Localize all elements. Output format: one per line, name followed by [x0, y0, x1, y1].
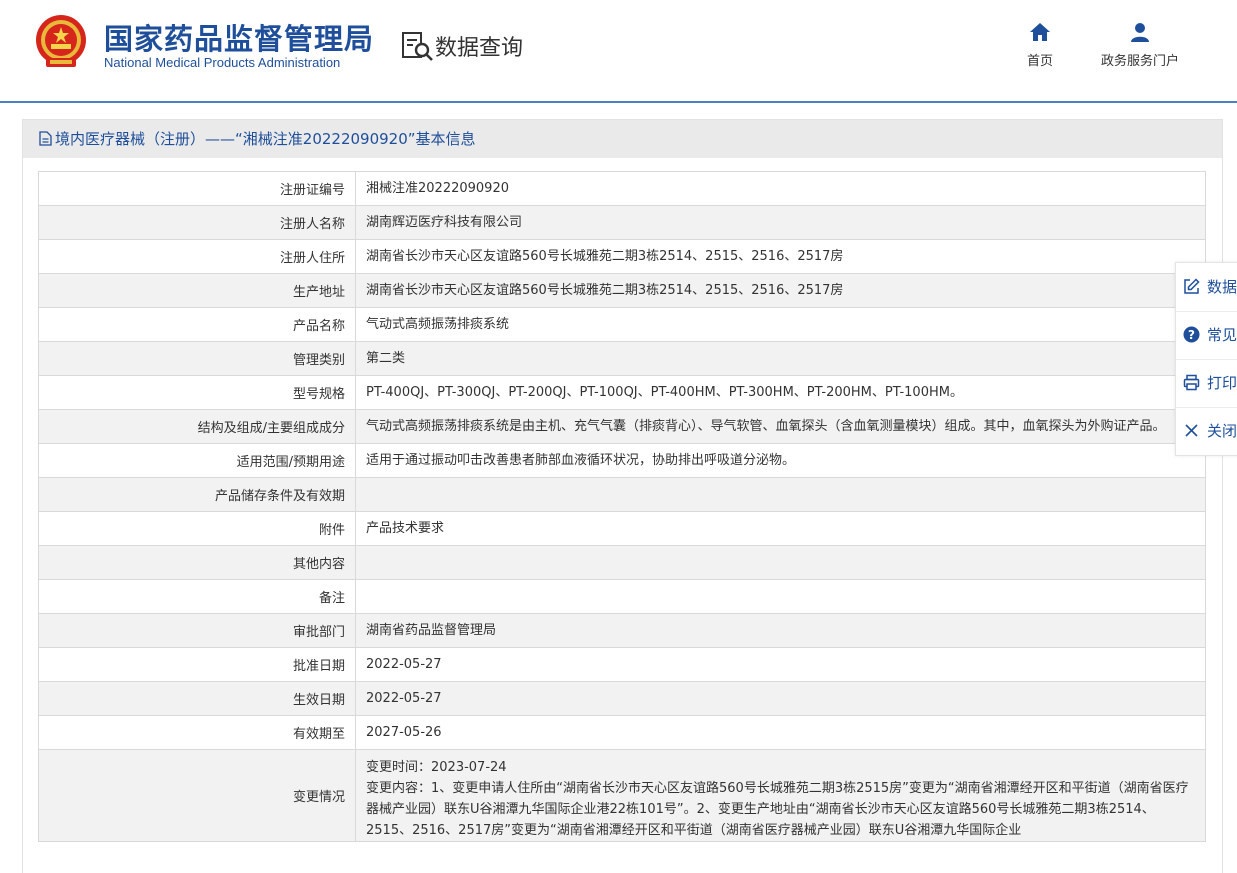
table-row: 生效日期 2022-05-27 — [38, 681, 1206, 716]
nav-service-portal[interactable]: 政务服务门户 — [1092, 22, 1188, 69]
table-row: 变更情况 变更时间：2023-07-24 变更内容：1、变更申请人住所由“湖南省长沙… — [38, 749, 1206, 842]
row-value: 变更时间：2023-07-24 变更内容：1、变更申请人住所由“湖南省长沙市天心区… — [355, 749, 1206, 842]
table-row: 其他内容 — [38, 545, 1206, 580]
row-label: 结构及组成/主要组成成分 — [38, 409, 356, 444]
table-row: 产品名称 气动式高频振荡排痰系统 — [38, 307, 1206, 342]
panel-title: 境内医疗器械（注册）——“湘械注准20222090920”基本信息 — [55, 130, 476, 148]
data-query-icon — [402, 32, 433, 61]
row-value — [355, 477, 1206, 512]
change-time: 变更时间：2023-07-24 — [366, 760, 507, 775]
nav-service-portal-label: 政务服务门户 — [1100, 54, 1179, 69]
agency-name-cn[interactable]: 国家药品监督管理局 — [104, 16, 374, 58]
toolbar-data-label: 数据 — [1207, 278, 1237, 296]
change-content: 变更内容：1、变更申请人住所由“湖南省长沙市天心区友谊路560号长城雅苑二期3栋… — [366, 781, 1189, 838]
row-label: 产品储存条件及有效期 — [38, 477, 356, 512]
toolbar-faq-button[interactable]: ? 常见 — [1176, 311, 1237, 360]
toolbar-close-button[interactable]: 关闭 — [1176, 407, 1237, 455]
row-value: 适用于通过振动叩击改善患者肺部血液循环状况，协助排出呼吸道分泌物。 — [355, 443, 1206, 478]
info-table: 注册证编号 湘械注准20222090920 注册人名称 湖南辉迈医疗科技有限公司 注… — [38, 171, 1206, 842]
row-value: 第二类 — [355, 341, 1206, 376]
row-value — [355, 579, 1206, 614]
table-row: 管理类别 第二类 — [38, 341, 1206, 376]
toolbar-data-button[interactable]: 数据 — [1176, 263, 1237, 312]
toolbar-print-button[interactable]: 打印 — [1176, 359, 1237, 408]
national-emblem-icon[interactable] — [34, 14, 88, 70]
row-label: 适用范围/预期用途 — [38, 443, 356, 478]
row-label: 注册人住所 — [38, 239, 356, 274]
row-value: 2027-05-26 — [355, 715, 1206, 750]
toolbar-faq-label: 常见 — [1207, 326, 1237, 344]
site-header: 国家药品监督管理局 National Medical Products Admi… — [0, 0, 1237, 103]
row-label: 产品名称 — [38, 307, 356, 342]
svg-text:?: ? — [1188, 328, 1195, 342]
row-label: 有效期至 — [38, 715, 356, 750]
edit-icon — [1184, 278, 1200, 294]
table-row: 产品储存条件及有效期 — [38, 477, 1206, 512]
row-value: 2022-05-27 — [355, 681, 1206, 716]
table-row: 批准日期 2022-05-27 — [38, 647, 1206, 682]
row-label: 生产地址 — [38, 273, 356, 308]
nav-home[interactable]: 首页 — [1022, 22, 1058, 69]
row-value: PT-400QJ、PT-300QJ、PT-200QJ、PT-100QJ、PT-4… — [355, 375, 1206, 410]
agency-name-en[interactable]: National Medical Products Administration — [104, 55, 340, 70]
row-value: 产品技术要求 — [355, 511, 1206, 546]
row-value: 湖南辉迈医疗科技有限公司 — [355, 205, 1206, 240]
question-icon: ? — [1183, 326, 1200, 343]
nav-home-label: 首页 — [1026, 54, 1053, 69]
panel-header: 境内医疗器械（注册）——“湘械注准20222090920”基本信息 — [23, 120, 1222, 158]
row-label: 管理类别 — [38, 341, 356, 376]
close-icon — [1185, 424, 1198, 437]
row-label: 注册证编号 — [38, 171, 356, 206]
row-label: 其他内容 — [38, 545, 356, 580]
table-row: 注册人名称 湖南辉迈医疗科技有限公司 — [38, 205, 1206, 240]
row-label: 审批部门 — [38, 613, 356, 648]
row-value: 2022-05-27 — [355, 647, 1206, 682]
table-row: 生产地址 湖南省长沙市天心区友谊路560号长城雅苑二期3栋2514、2515、25… — [38, 273, 1206, 308]
table-row: 有效期至 2027-05-26 — [38, 715, 1206, 750]
row-label: 型号规格 — [38, 375, 356, 410]
table-row: 适用范围/预期用途 适用于通过振动叩击改善患者肺部血液循环状况，协助排出呼吸道分泌… — [38, 443, 1206, 478]
row-value: 湖南省长沙市天心区友谊路560号长城雅苑二期3栋2514、2515、2516、2… — [355, 273, 1206, 308]
row-label: 注册人名称 — [38, 205, 356, 240]
row-label: 批准日期 — [38, 647, 356, 682]
table-row: 审批部门 湖南省药品监督管理局 — [38, 613, 1206, 648]
table-row: 附件 产品技术要求 — [38, 511, 1206, 546]
table-row: 注册人住所 湖南省长沙市天心区友谊路560号长城雅苑二期3栋2514、2515、2… — [38, 239, 1206, 274]
row-label: 附件 — [38, 511, 356, 546]
section-title: 数据查询 — [435, 36, 524, 61]
row-label: 备注 — [38, 579, 356, 614]
table-row: 备注 — [38, 579, 1206, 614]
toolbar-close-label: 关闭 — [1207, 422, 1237, 440]
floating-toolbar: 数据 ? 常见 打印 关闭 — [1175, 262, 1237, 456]
row-value: 湖南省药品监督管理局 — [355, 613, 1206, 648]
user-icon — [1131, 23, 1149, 42]
row-value: 气动式高频振荡排痰系统 — [355, 307, 1206, 342]
home-icon — [1030, 23, 1050, 41]
row-value: 湖南省长沙市天心区友谊路560号长城雅苑二期3栋2514、2515、2516、2… — [355, 239, 1206, 274]
table-row: 型号规格 PT-400QJ、PT-300QJ、PT-200QJ、PT-100QJ、… — [38, 375, 1206, 410]
row-label: 生效日期 — [38, 681, 356, 716]
table-row: 结构及组成/主要组成成分 气动式高频振荡排痰系统是由主机、充气气囊（排痰背心）、导… — [38, 409, 1206, 444]
document-icon — [39, 131, 52, 146]
row-label: 变更情况 — [38, 749, 356, 842]
row-value — [355, 545, 1206, 580]
print-icon — [1183, 374, 1200, 391]
table-row: 注册证编号 湘械注准20222090920 — [38, 171, 1206, 206]
row-value: 气动式高频振荡排痰系统是由主机、充气气囊（排痰背心）、导气软管、血氧探头（含血氧… — [355, 409, 1206, 444]
toolbar-print-label: 打印 — [1207, 374, 1237, 392]
row-value: 湘械注准20222090920 — [355, 171, 1206, 206]
